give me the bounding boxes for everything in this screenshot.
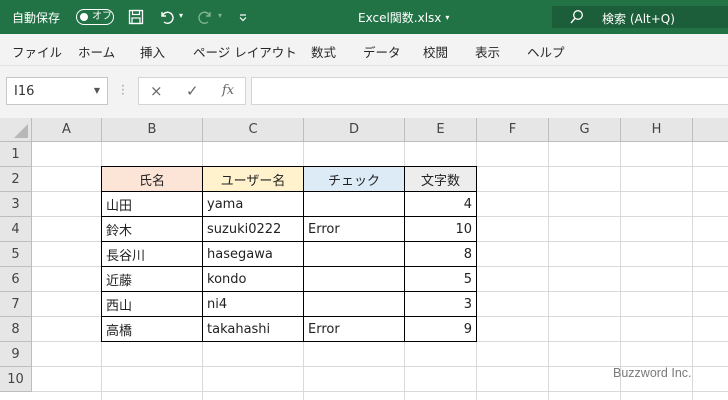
table-border [101, 291, 477, 292]
column-header-g[interactable]: G [549, 118, 621, 142]
cell-c8[interactable]: takahashi [203, 317, 303, 342]
tab-home[interactable]: ホーム [78, 42, 115, 61]
gridline [620, 142, 621, 400]
autosave-toggle[interactable]: オフ [76, 9, 114, 25]
redo-icon[interactable] [195, 6, 217, 28]
cell-c3[interactable]: yama [203, 192, 303, 217]
cell-e4[interactable]: 10 [405, 217, 476, 242]
insert-function-icon[interactable]: fx [222, 83, 234, 98]
autosave-state: オフ [92, 11, 112, 22]
cell-c4[interactable]: suzuki0222 [203, 217, 303, 242]
ribbon-tabs: ファイル ホーム 挿入 ページ レイアウト 数式 データ 校閲 表示 ヘルプ [0, 34, 728, 66]
search-placeholder: 検索 (Alt+Q) [602, 12, 675, 26]
tab-page-layout[interactable]: ページ レイアウト [193, 42, 297, 61]
cell-d8[interactable]: Error [304, 317, 404, 342]
chevron-down-icon: ▾ [445, 13, 450, 22]
cancel-icon[interactable]: × [150, 82, 163, 100]
cell-d7[interactable] [304, 292, 404, 317]
document-title-text: Excel関数.xlsx [358, 11, 442, 25]
cell-b4[interactable]: 鈴木 [102, 217, 202, 242]
title-bar: 自動保存 オフ ▾ ▾ Excel関数.xlsx ▾ 検索 (Alt+Q) [0, 0, 728, 34]
column-header-e[interactable]: E [405, 118, 477, 142]
row-header-4[interactable]: 4 [0, 217, 32, 242]
tab-help[interactable]: ヘルプ [527, 42, 565, 61]
tab-insert[interactable]: 挿入 [140, 42, 165, 61]
formula-buttons: × ✓ fx [138, 77, 246, 105]
row-header-8[interactable]: 8 [0, 317, 32, 342]
cell-d4[interactable]: Error [304, 217, 404, 242]
cell-e7[interactable]: 3 [405, 292, 476, 317]
tab-file[interactable]: ファイル [12, 42, 62, 61]
cell-b7[interactable]: 西山 [102, 292, 202, 317]
cell-c5[interactable]: hasegawa [203, 242, 303, 267]
toggle-knob [80, 13, 88, 21]
select-all-button[interactable] [0, 118, 32, 142]
row-header-7[interactable]: 7 [0, 292, 32, 317]
worksheet-grid[interactable]: A B C D E F G H 1 2 3 4 5 6 7 8 9 10 氏名 … [0, 118, 728, 400]
gridline [692, 142, 693, 400]
cell-b3[interactable]: 山田 [102, 192, 202, 217]
header-cell-username[interactable]: ユーザー名 [203, 167, 303, 192]
column-header-a[interactable]: A [32, 118, 102, 142]
name-box-value: I16 [14, 84, 35, 99]
search-box[interactable]: 検索 (Alt+Q) [552, 6, 728, 28]
cell-b5[interactable]: 長谷川 [102, 242, 202, 267]
cell-b6[interactable]: 近藤 [102, 267, 202, 292]
autosave-label: 自動保存 [12, 11, 61, 25]
cell-b8[interactable]: 高橋 [102, 317, 202, 342]
column-header-i[interactable] [693, 118, 728, 142]
header-cell-char-count[interactable]: 文字数 [405, 167, 476, 192]
name-box[interactable]: I16 ▼ [6, 77, 108, 105]
column-header-c[interactable]: C [203, 118, 304, 142]
row-header-1[interactable]: 1 [0, 142, 32, 167]
header-cell-check[interactable]: チェック [304, 167, 404, 192]
cell-c7[interactable]: ni4 [203, 292, 303, 317]
gridline [548, 142, 549, 400]
row-header-2[interactable]: 2 [0, 167, 32, 192]
row-header-5[interactable]: 5 [0, 242, 32, 267]
cell-d6[interactable] [304, 267, 404, 292]
table-border [101, 241, 477, 242]
select-all-icon [14, 124, 28, 138]
column-header-h[interactable]: H [621, 118, 693, 142]
tab-data[interactable]: データ [363, 42, 401, 61]
table-border [101, 266, 477, 267]
tab-formulas[interactable]: 数式 [311, 42, 336, 61]
gridline [32, 391, 728, 392]
table-border [101, 316, 477, 317]
cell-d3[interactable] [304, 192, 404, 217]
document-title[interactable]: Excel関数.xlsx ▾ [358, 9, 449, 26]
chevron-down-icon[interactable]: ▼ [94, 86, 100, 95]
row-header-3[interactable]: 3 [0, 192, 32, 217]
cell-e8[interactable]: 9 [405, 317, 476, 342]
column-header-d[interactable]: D [304, 118, 405, 142]
row-header-6[interactable]: 6 [0, 267, 32, 292]
cell-c6[interactable]: kondo [203, 267, 303, 292]
table-border [101, 216, 477, 217]
cell-e6[interactable]: 5 [405, 267, 476, 292]
row-header-10[interactable]: 10 [0, 367, 32, 392]
undo-icon[interactable] [155, 6, 177, 28]
search-icon [570, 9, 584, 25]
redo-dropdown-icon[interactable]: ▾ [218, 11, 222, 20]
column-header-f[interactable]: F [477, 118, 549, 142]
customize-toolbar-icon[interactable] [232, 6, 254, 28]
column-header-b[interactable]: B [102, 118, 203, 142]
enter-icon[interactable]: ✓ [186, 82, 199, 100]
formula-input[interactable] [251, 77, 728, 105]
tab-view[interactable]: 表示 [475, 42, 500, 61]
watermark: Buzzword Inc. [613, 366, 692, 380]
cell-e5[interactable]: 8 [405, 242, 476, 267]
splitter-handle-icon[interactable]: · · · [121, 80, 125, 100]
table-border [101, 191, 477, 192]
cell-d5[interactable] [304, 242, 404, 267]
row-header-9[interactable]: 9 [0, 342, 32, 367]
cell-e3[interactable]: 4 [405, 192, 476, 217]
undo-dropdown-icon[interactable]: ▾ [179, 11, 183, 20]
header-cell-name[interactable]: 氏名 [102, 167, 202, 192]
tab-review[interactable]: 校閲 [423, 42, 448, 61]
save-icon[interactable] [125, 6, 147, 28]
gridline [476, 142, 477, 400]
formula-bar: I16 ▼ · · · × ✓ fx [0, 66, 728, 118]
